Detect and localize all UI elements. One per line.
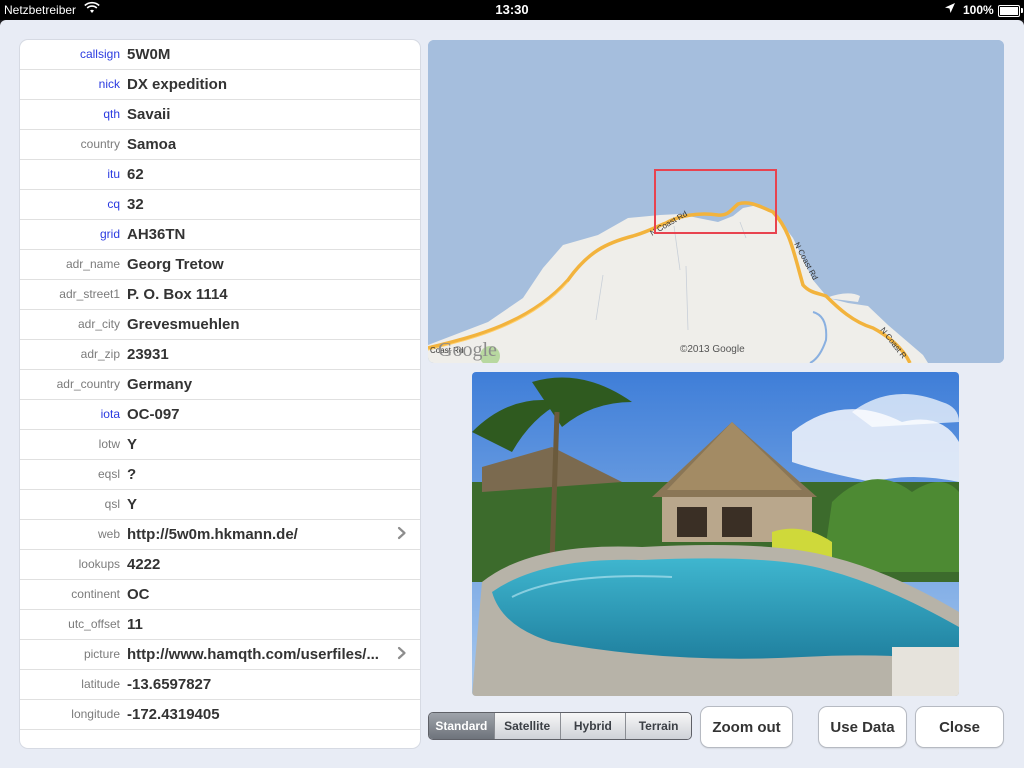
field-key: callsign — [79, 47, 120, 61]
field-value: 4222 — [127, 556, 161, 573]
field-row-web[interactable]: web http://5w0m.hkmann.de/ — [20, 520, 420, 550]
battery-percent: 100% — [963, 3, 994, 17]
field-row-adr-city: adr_city Grevesmuehlen — [20, 310, 420, 340]
field-key: country — [80, 137, 120, 151]
field-key: cq — [107, 197, 120, 211]
field-row-eqsl: eqsl? — [20, 460, 420, 490]
field-row-utc-offset: utc_offset 11 — [20, 610, 420, 640]
field-key: picture — [83, 647, 120, 661]
field-key: adr_zip — [80, 347, 120, 361]
field-value: AH36TN — [127, 226, 186, 243]
status-bar: Netzbetreiber 13:30 100% — [0, 0, 1024, 20]
field-row-qsl: qsl Y — [20, 490, 420, 520]
field-key: web — [97, 527, 120, 541]
close-button[interactable]: Close — [915, 706, 1004, 748]
map-type-segmented-control[interactable]: Standard Satellite Hybrid Terrain — [428, 712, 692, 740]
field-row-adr-name: adr_name Georg Tretow — [20, 250, 420, 280]
map-type-standard[interactable]: Standard — [429, 713, 494, 739]
field-row-cq: cq 32 — [20, 190, 420, 220]
field-key: qsl — [104, 497, 120, 511]
field-value[interactable]: http://www.hamqth.com/userfiles/... — [127, 646, 379, 663]
field-key: longitude — [71, 707, 120, 721]
map-type-hybrid[interactable]: Hybrid — [559, 713, 626, 739]
qth-photo — [472, 372, 959, 696]
chevron-right-icon[interactable] — [395, 526, 409, 540]
field-row-lotw: lotw Y — [20, 430, 420, 460]
field-row-qth: qth Savaii — [20, 100, 420, 130]
map-copyright: ©2013 Google — [680, 344, 745, 355]
field-key: iota — [100, 407, 120, 421]
use-data-button[interactable]: Use Data — [818, 706, 907, 748]
field-key: adr_name — [65, 257, 120, 271]
field-row-callsign: callsign 5W0M — [20, 40, 420, 70]
zoom-out-button[interactable]: Zoom out — [700, 706, 793, 748]
field-key: continent — [71, 587, 120, 601]
field-key: latitude — [81, 677, 120, 691]
field-row-itu: itu 62 — [20, 160, 420, 190]
field-value: 62 — [127, 166, 144, 183]
field-value: OC — [127, 586, 150, 603]
field-row-grid: grid AH36TN — [20, 220, 420, 250]
field-value: OC-097 — [127, 406, 180, 423]
field-key: qth — [103, 107, 120, 121]
field-key: adr_country — [56, 377, 120, 391]
field-value: Y — [127, 436, 138, 453]
field-value: -172.4319405 — [127, 706, 220, 723]
field-value: DX expedition — [127, 76, 228, 93]
field-key: lotw — [98, 437, 120, 451]
battery-icon — [998, 5, 1023, 17]
field-value: 23931 — [127, 346, 169, 363]
clock: 13:30 — [495, 2, 529, 17]
field-value: 32 — [127, 196, 144, 213]
map-canvas[interactable]: N Coast Rd N Coast Rd N Coast R Coast Rd… — [428, 40, 1004, 363]
field-value: Samoa — [127, 136, 177, 153]
field-value: Germany — [127, 376, 193, 393]
field-row-adr-zip: adr_zip 23931 — [20, 340, 420, 370]
field-value[interactable]: http://5w0m.hkmann.de/ — [127, 526, 298, 543]
map-view[interactable]: N Coast Rd N Coast Rd N Coast R Coast Rd… — [428, 40, 1004, 363]
field-row-lookups: lookups 4222 — [20, 550, 420, 580]
field-key: adr_city — [77, 317, 120, 331]
field-row-adr-street1: adr_street1 P. O. Box 1114 — [20, 280, 420, 310]
field-row-picture[interactable]: picture http://www.hamqth.com/userfiles/.… — [20, 640, 420, 670]
chevron-right-icon[interactable] — [395, 646, 409, 660]
field-value: P. O. Box 1114 — [127, 286, 228, 303]
field-key: itu — [107, 167, 120, 181]
field-row-longitude: longitude -172.4319405 — [20, 700, 420, 730]
map-type-terrain[interactable]: Terrain — [625, 713, 691, 739]
field-key: eqsl — [97, 467, 120, 481]
field-key: adr_street1 — [59, 287, 120, 301]
field-key: grid — [99, 227, 120, 241]
field-value: -13.6597827 — [127, 676, 212, 693]
field-value: Savaii — [127, 106, 171, 123]
lookup-window: callsign 5W0M nick DX expedition qth Savaii co… — [0, 20, 1024, 768]
field-row-adr-country: adr_country Germany — [20, 370, 420, 400]
field-key: nick — [98, 77, 120, 91]
field-row-continent: continent OC — [20, 580, 420, 610]
field-list[interactable]: callsign 5W0M nick DX expedition qth Savaii co… — [20, 40, 420, 748]
field-row-country: country Samoa — [20, 130, 420, 160]
field-row-latitude: latitude -13.6597827 — [20, 670, 420, 700]
map-type-satellite[interactable]: Satellite — [493, 713, 560, 739]
field-value: 11 — [127, 616, 143, 633]
field-value: Grevesmuehlen — [127, 316, 240, 333]
field-key: utc_offset — [68, 617, 120, 631]
google-logo: Google — [438, 339, 497, 361]
field-row-iota: iota OC-097 — [20, 400, 420, 430]
field-value: Y — [127, 496, 138, 513]
field-value: ? — [127, 466, 137, 483]
field-key: lookups — [78, 557, 120, 571]
location-arrow-icon — [944, 2, 956, 17]
field-value: 5W0M — [127, 46, 171, 63]
field-value: Georg Tretow — [127, 256, 224, 273]
field-row-nick: nick DX expedition — [20, 70, 420, 100]
